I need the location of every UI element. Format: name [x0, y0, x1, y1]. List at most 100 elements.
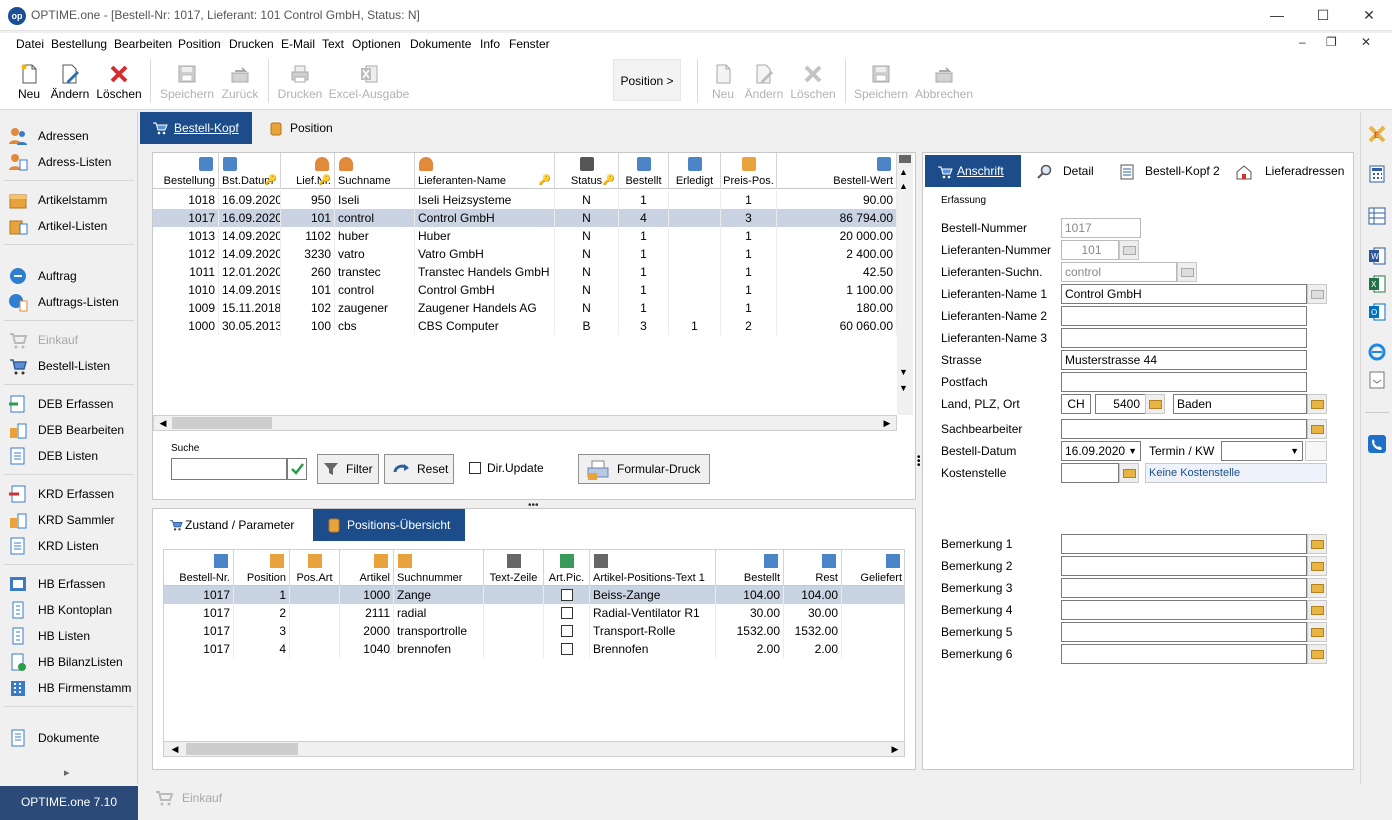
orders-horizontal-scrollbar[interactable]: ◀ ▶	[153, 415, 897, 431]
orders-column-header[interactable]: Erledigt	[669, 153, 721, 189]
positions-column-header[interactable]: Bestellt	[716, 550, 784, 586]
sidebar-item-hb-listen[interactable]: HB Listen	[8, 624, 136, 646]
menu-optionen[interactable]: Optionen	[352, 37, 401, 51]
positions-column-header[interactable]: Rest	[784, 550, 842, 586]
strasse-field[interactable]: Musterstrasse 44	[1061, 350, 1307, 370]
bemerkung-picker-button[interactable]	[1307, 556, 1327, 576]
pos-edit-button[interactable]: Ändern	[741, 57, 787, 107]
lieferanten-nummer-field[interactable]: 101	[1061, 240, 1119, 260]
minimize-button[interactable]: —	[1254, 0, 1300, 31]
menu-fenster[interactable]: Fenster	[509, 37, 550, 51]
lieferanten-name-1-field[interactable]: Control GmbH	[1061, 284, 1307, 304]
bemerkung-picker-button[interactable]	[1307, 622, 1327, 642]
sidebar-item-adressen[interactable]: Adressen	[8, 124, 136, 146]
sidebar-item-krd-listen[interactable]: KRD Listen	[8, 534, 136, 556]
orders-column-header[interactable]: Lieferanten-Name 🔑	[415, 153, 555, 189]
order-row[interactable]: 1018 16.09.2020 950 Iseli Iseli Heizsysteme N…	[153, 191, 897, 209]
menu-dokumente[interactable]: Dokumente	[410, 37, 471, 51]
edit-button[interactable]: Ändern	[48, 57, 92, 107]
position-row[interactable]: 1017 2 2111 radial Radial-Ventilator R1 30.00…	[164, 604, 904, 622]
orders-column-header[interactable]: Bestellt	[619, 153, 669, 189]
menu-bearbeiten[interactable]: Bearbeiten	[114, 37, 172, 51]
bemerkung-picker-button[interactable]	[1307, 600, 1327, 620]
scroll-right-icon[interactable]: ▶	[880, 416, 894, 430]
outlook-icon[interactable]: O	[1367, 302, 1387, 322]
kw-field[interactable]	[1305, 441, 1327, 461]
sidebar-item-hb-erfassen[interactable]: HB Erfassen	[8, 572, 136, 594]
land-field[interactable]: CH	[1061, 394, 1091, 414]
sidebar-item-auftrags-listen[interactable]: Auftrags-Listen	[8, 290, 136, 312]
positions-column-header[interactable]: Suchnummer	[394, 550, 484, 586]
sidebar-item-auftrag[interactable]: Auftrag	[8, 264, 136, 286]
email-document-icon[interactable]	[1367, 370, 1387, 390]
scroll-bottom-icon[interactable]: ▼	[899, 383, 908, 393]
excel-export-button[interactable]: Excel-Ausgabe	[328, 57, 410, 107]
scroll-thumb[interactable]	[172, 417, 272, 429]
postfach-field[interactable]	[1061, 372, 1307, 392]
position-row[interactable]: 1017 3 2000 transportrolle Transport-Rolle 15…	[164, 622, 904, 640]
position-row[interactable]: 1017 4 1040 brennofen Brennofen 2.00 2.00	[164, 640, 904, 658]
scroll-thumb[interactable]	[186, 743, 298, 755]
scroll-top-icon[interactable]: ▲	[899, 167, 908, 177]
mdi-close-button[interactable]: ✕	[1361, 35, 1371, 49]
scroll-thumb[interactable]	[899, 155, 911, 163]
order-row[interactable]: 1011 12.01.2020 260 transtec Transtec Handel…	[153, 263, 897, 281]
grid-icon[interactable]	[1367, 206, 1387, 226]
mdi-minimize-button[interactable]: –	[1299, 35, 1306, 49]
sidebar-item-krd-erfassen[interactable]: KRD Erfassen	[8, 482, 136, 504]
art-pic-checkbox[interactable]	[561, 625, 573, 637]
maximize-button[interactable]: ☐	[1300, 0, 1346, 31]
tab-positions-uebersicht[interactable]: Positions-Übersicht	[313, 509, 465, 541]
tab-detail[interactable]: Detail	[1031, 155, 1111, 187]
plz-picker-button[interactable]	[1145, 394, 1165, 414]
excel-icon[interactable]: X	[1367, 274, 1387, 294]
sidebar-item-deb-erfassen[interactable]: DEB Erfassen	[8, 392, 136, 414]
name1-picker-button[interactable]	[1307, 284, 1327, 304]
sidebar-item-bestell-listen[interactable]: Bestell-Listen	[8, 354, 136, 376]
reset-button[interactable]: Reset	[384, 454, 454, 484]
art-pic-checkbox[interactable]	[561, 643, 573, 655]
phone-icon[interactable]	[1367, 434, 1387, 454]
order-row[interactable]: 1009 15.11.2018 102 zaugener Zaugener Handel…	[153, 299, 897, 317]
orders-column-header[interactable]: Suchname	[335, 153, 415, 189]
print-button[interactable]: Drucken	[276, 57, 324, 107]
sachbearbeiter-field[interactable]	[1061, 419, 1307, 439]
bemerkung-field[interactable]	[1061, 578, 1307, 598]
menu-datei[interactable]: Datei	[16, 37, 44, 51]
positions-column-header[interactable]: Art.Pic.	[544, 550, 590, 586]
sidebar-item-artikelstamm[interactable]: Artikelstamm	[8, 188, 136, 210]
internet-explorer-icon[interactable]	[1367, 342, 1387, 362]
kostenstelle-field[interactable]	[1061, 463, 1119, 483]
pos-new-button[interactable]: Neu	[707, 57, 739, 107]
bestell-datum-field[interactable]: 16.09.2020 ▼	[1061, 441, 1141, 461]
sidebar-item-adress-listen[interactable]: Adress-Listen	[8, 150, 136, 172]
lieferanten-name-2-field[interactable]	[1061, 306, 1307, 326]
position-nav-button[interactable]: Position >	[613, 59, 681, 101]
sidebar-item-hb-firmenstamm[interactable]: HB Firmenstamm	[8, 676, 136, 698]
vertical-splitter-icon[interactable]: • • •	[917, 453, 921, 471]
scroll-left-icon[interactable]: ◀	[156, 416, 170, 430]
sidebar-expand-icon[interactable]: ▸	[64, 766, 70, 779]
art-pic-checkbox[interactable]	[561, 589, 573, 601]
order-row[interactable]: 1013 14.09.2020 1102 huber Huber N 1 1 20 000.00	[153, 227, 897, 245]
sidebar-item-hb-bilanzlisten[interactable]: HB BilanzListen	[8, 650, 136, 672]
sidebar-item-hb-kontoplan[interactable]: HB Kontoplan	[8, 598, 136, 620]
menu-drucken[interactable]: Drucken	[229, 37, 274, 51]
search-input[interactable]	[171, 458, 287, 480]
positions-column-header[interactable]: Pos.Art	[290, 550, 340, 586]
order-row[interactable]: 1000 30.05.2013 100 cbs CBS Computer B 3 1 2 60 0…	[153, 317, 897, 335]
close-modules-icon[interactable]: E	[1367, 124, 1387, 144]
search-confirm-button[interactable]	[287, 458, 307, 480]
sidebar-item-deb-bearbeiten[interactable]: DEB Bearbeiten	[8, 418, 136, 440]
order-row[interactable]: 1017 16.09.2020 101 control Control GmbH N 4 3 8…	[153, 209, 897, 227]
lieferanten-name-3-field[interactable]	[1061, 328, 1307, 348]
bemerkung-field[interactable]	[1061, 600, 1307, 620]
orders-vertical-scrollbar[interactable]: ▲ ▲ ▼ ▼	[897, 153, 913, 415]
dirupdate-checkbox[interactable]	[469, 462, 481, 474]
sidebar-item-artikel-listen[interactable]: Artikel-Listen	[8, 214, 136, 236]
dropdown-arrow-icon[interactable]: ▼	[1290, 442, 1299, 460]
tab-zustand-parameter[interactable]: Zustand / Parameter	[159, 509, 317, 541]
ort-field[interactable]: Baden	[1173, 394, 1307, 414]
orders-column-header[interactable]: Status 🔑	[555, 153, 619, 189]
save-button[interactable]: Speichern	[158, 57, 216, 107]
